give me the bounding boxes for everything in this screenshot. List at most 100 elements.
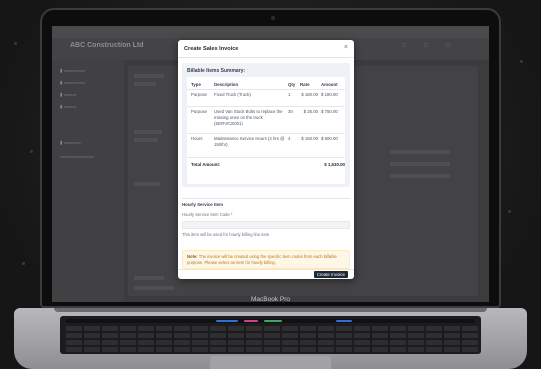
dialog-title: Create Sales Invoice	[184, 46, 239, 52]
keyboard-key	[426, 333, 442, 338]
keyboard-key	[66, 326, 82, 331]
keyboard-key	[462, 347, 478, 352]
laptop-base	[14, 308, 527, 369]
keyboard-key	[300, 326, 316, 331]
create-invoice-button[interactable]: Create Invoice	[313, 271, 348, 278]
keyboard-key	[246, 326, 262, 331]
row-amount: $ 600.00	[321, 136, 338, 141]
keyboard-key	[426, 326, 442, 331]
sidebar-item[interactable]: ▮ ▭▭▭	[60, 92, 76, 98]
keyboard-key	[120, 326, 136, 331]
hourly-service-title: Hourly Service Item	[182, 202, 223, 207]
row-qty: 30	[288, 109, 293, 114]
header-button[interactable]: ▢	[446, 42, 450, 48]
column-header-amount: Amount	[321, 82, 338, 87]
hourly-item-code-input[interactable]	[182, 221, 350, 229]
placeholder-line	[134, 74, 164, 78]
keyboard-key	[192, 326, 208, 331]
keyboard-key	[426, 340, 442, 345]
row-description: Fixed Truck (Truck)	[214, 92, 251, 97]
keyboard	[60, 316, 481, 354]
touch-bar-glow	[216, 320, 238, 322]
total-amount-value: $ 1,530.00	[324, 162, 345, 167]
keyboard-key	[372, 340, 388, 345]
keyboard-key	[354, 333, 370, 338]
keyboard-key	[210, 340, 226, 345]
keyboard-key	[192, 340, 208, 345]
placeholder-line	[134, 286, 174, 290]
keyboard-key	[318, 326, 334, 331]
keyboard-key	[246, 333, 262, 338]
section-divider	[182, 198, 350, 199]
background-dot	[30, 150, 33, 153]
row-qty: 1	[288, 92, 291, 97]
laptop-screen: ABC Construction Ltd ▢ ▢ ▢ ▮ ▭▭▭▭▭ ▮ ▭▭▭…	[52, 26, 489, 302]
touch-bar-glow	[264, 320, 282, 322]
keyboard-key	[138, 326, 154, 331]
keyboard-key	[372, 326, 388, 331]
keyboard-key	[156, 340, 172, 345]
keyboard-key	[390, 347, 406, 352]
keyboard-key	[228, 347, 244, 352]
sidebar-item[interactable]: ▮ ▭▭▭	[60, 104, 76, 110]
sidebar-item[interactable]: ▮ ▭▭▭▭▭	[60, 68, 85, 74]
keyboard-key	[354, 326, 370, 331]
summary-title: Billable Items Summary:	[187, 68, 246, 74]
keyboard-key	[246, 347, 262, 352]
keyboard-key	[318, 340, 334, 345]
keyboard-key	[246, 340, 262, 345]
sidebar-item[interactable]: ▭▭▭▭▭▭▭▭	[60, 154, 94, 160]
trackpad[interactable]	[210, 356, 331, 369]
keyboard-key	[102, 326, 118, 331]
keyboard-key	[300, 333, 316, 338]
hourly-item-help-text: This item will be used for hourly billin…	[182, 232, 270, 237]
row-qty: 4	[288, 136, 291, 141]
sidebar-item[interactable]: ▮ ▭▭▭▭▭	[60, 80, 85, 86]
keyboard-key	[318, 347, 334, 352]
table-divider	[187, 106, 345, 107]
keyboard-key	[174, 347, 190, 352]
keyboard-key	[282, 347, 298, 352]
keyboard-key	[120, 340, 136, 345]
placeholder-line	[134, 130, 162, 134]
hourly-item-code-label: Hourly Service Item Code *	[182, 212, 233, 217]
header-button[interactable]: ▢	[402, 42, 406, 48]
keyboard-key	[264, 340, 280, 345]
sidebar-item[interactable]: ▮ ▭▭▭▭	[60, 140, 81, 146]
keyboard-key	[372, 333, 388, 338]
keyboard-key	[228, 326, 244, 331]
keyboard-key	[102, 340, 118, 345]
background-dot	[14, 42, 17, 45]
placeholder-line	[390, 162, 450, 166]
company-name: ABC Construction Ltd	[70, 42, 144, 49]
keyboard-key	[408, 326, 424, 331]
placeholder-line	[390, 174, 450, 178]
row-description: Used Van Stock Bolts to replace the miss…	[214, 109, 283, 126]
keyboard-key	[336, 347, 352, 352]
keyboard-key	[444, 333, 460, 338]
background-dot	[22, 262, 25, 265]
keyboard-key	[192, 347, 208, 352]
keyboard-key	[462, 333, 478, 338]
touch-bar-glow	[336, 320, 352, 322]
keyboard-key	[66, 340, 82, 345]
keyboard-key	[444, 340, 460, 345]
keyboard-key	[102, 333, 118, 338]
device-brand-label: MacBook Pro	[250, 296, 291, 303]
note-text: The invoice will be created using the sp…	[187, 254, 337, 265]
keyboard-key	[336, 340, 352, 345]
app-top-bar	[52, 26, 489, 38]
keyboard-key	[84, 340, 100, 345]
keyboard-key	[174, 326, 190, 331]
close-icon[interactable]: ×	[344, 44, 348, 51]
touch-bar-glow	[244, 320, 258, 322]
create-sales-invoice-dialog: Create Sales Invoice × Billable Items Su…	[178, 40, 354, 279]
header-button[interactable]: ▢	[424, 42, 428, 48]
keyboard-key	[120, 333, 136, 338]
row-amount: $ 180.00	[321, 92, 338, 97]
keyboard-key	[210, 347, 226, 352]
keyboard-key	[84, 333, 100, 338]
keyboard-key	[372, 347, 388, 352]
keyboard-key	[138, 347, 154, 352]
keyboard-key	[102, 347, 118, 352]
